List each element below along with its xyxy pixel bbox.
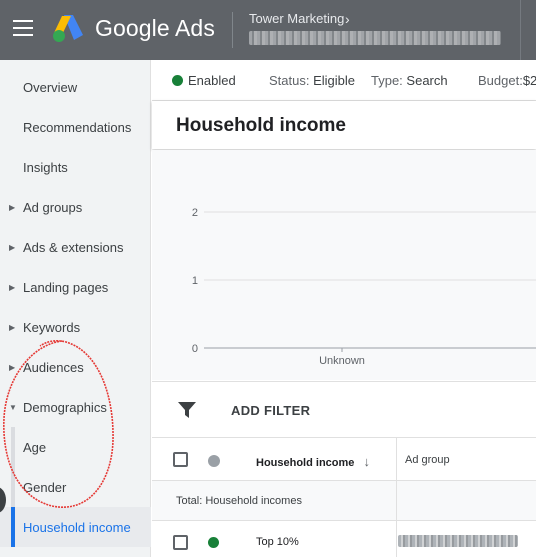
sidebar-item-ad-groups[interactable]: ▶ Ad groups	[0, 187, 151, 227]
column-divider	[396, 438, 397, 482]
sidebar-item-landing-pages[interactable]: ▶ Landing pages	[0, 267, 151, 307]
y-tick-label: 1	[192, 275, 198, 287]
type-label: Type:	[371, 73, 403, 88]
sidebar-item-age[interactable]: Age	[0, 427, 151, 467]
status-value: Eligible	[313, 73, 356, 88]
caret-down-icon: ▼	[9, 402, 17, 412]
total-row: Total: Household incomes	[152, 481, 536, 521]
enabled-status[interactable]: Enabled	[172, 73, 236, 88]
sidebar-item-ads-extensions[interactable]: ▶ Ads & extensions	[0, 227, 151, 267]
caret-right-icon: ▶	[9, 242, 16, 252]
column-divider	[396, 481, 397, 521]
caret-right-icon: ▶	[9, 282, 16, 292]
budget-value: $2	[522, 73, 536, 88]
ad-group-redacted	[398, 535, 518, 547]
sidebar-item-demographics[interactable]: ▼ Demographics	[0, 387, 151, 427]
sidebar-item-household-income[interactable]: Household income	[0, 507, 151, 547]
type-field: Type: Search	[371, 73, 448, 88]
hamburger-menu-icon[interactable]	[13, 20, 33, 36]
budget-label: Budget:	[478, 73, 523, 88]
account-name-link[interactable]: Tower Marketing	[249, 11, 344, 26]
chevron-right-icon[interactable]: ›	[345, 11, 350, 27]
sidebar-item-label: Keywords	[23, 319, 81, 335]
enabled-label: Enabled	[188, 73, 236, 88]
column-header-household-income[interactable]: Household income ↓	[256, 454, 370, 469]
y-tick-label: 2	[192, 207, 198, 219]
caret-right-icon: ▶	[9, 202, 16, 212]
sidebar-item-label: Age	[23, 439, 47, 455]
sidebar-item-audiences[interactable]: ▶ Audiences	[0, 347, 151, 387]
top-bar: Google Ads Tower Marketing ›	[0, 0, 536, 60]
table-row[interactable]: Top 10%	[152, 521, 536, 557]
column-divider	[396, 521, 397, 557]
sidebar-item-label: Audiences	[23, 359, 84, 375]
sort-arrow-icon[interactable]: ↓	[363, 454, 370, 469]
column-header-ad-group[interactable]: Ad group	[405, 454, 450, 466]
sidebar-item-overview[interactable]: Overview	[0, 67, 151, 107]
caret-right-icon: ▶	[9, 322, 16, 332]
google-ads-logo-icon[interactable]	[52, 13, 84, 43]
status-column-icon[interactable]	[208, 455, 220, 467]
chart-area: 0 1 2 Unknown	[152, 150, 536, 380]
sidebar-item-insights[interactable]: Insights	[0, 147, 151, 187]
sidebar-item-label: Overview	[23, 79, 78, 95]
topbar-divider-right	[520, 0, 521, 60]
account-id-redacted	[249, 31, 501, 45]
filter-bar: ADD FILTER	[152, 381, 536, 437]
sidebar-item-label: Demographics	[23, 399, 107, 415]
sidebar-item-label: Household income	[23, 519, 131, 535]
sidebar-nav: Overview Recommendations Insights ▶ Ad g…	[0, 60, 151, 557]
sidebar-item-label: Ad groups	[23, 199, 83, 215]
page-title: Household income	[176, 115, 346, 136]
table-header-row: Household income ↓ Ad group	[152, 437, 536, 482]
active-indicator	[11, 507, 15, 547]
enabled-dot-icon	[172, 75, 183, 86]
sidebar-item-label: Recommendations	[23, 119, 132, 135]
x-tick-label: Unknown	[319, 355, 365, 367]
sidebar-item-gender[interactable]: Gender	[0, 467, 151, 507]
sidebar-item-label: Landing pages	[23, 279, 109, 295]
select-all-checkbox[interactable]	[173, 452, 188, 467]
sidebar-item-keywords[interactable]: ▶ Keywords	[0, 307, 151, 347]
caret-right-icon: ▶	[9, 362, 16, 372]
column-header-label: Household income	[256, 457, 355, 469]
sidebar-item-recommendations[interactable]: Recommendations	[0, 107, 151, 147]
y-tick-label: 0	[192, 343, 198, 355]
row-checkbox[interactable]	[173, 535, 188, 550]
filter-icon[interactable]	[178, 402, 196, 418]
household-income-chart: 0 1 2 Unknown	[192, 207, 536, 367]
campaign-status-strip: Enabled Status: Eligible Type: Search Bu…	[152, 60, 536, 101]
topbar-divider	[232, 12, 233, 48]
budget-field[interactable]: Budget:$2	[478, 73, 536, 88]
add-filter-button[interactable]: ADD FILTER	[231, 403, 310, 418]
product-name: Google Ads	[95, 15, 215, 41]
type-value: Search	[406, 73, 448, 88]
enabled-status-icon[interactable]	[208, 537, 219, 548]
page-header: Household income	[152, 101, 536, 149]
sidebar-item-label: Insights	[23, 159, 68, 175]
status-label: Status:	[269, 73, 310, 88]
status-field: Status: Eligible	[269, 73, 355, 88]
income-cell: Top 10%	[256, 536, 299, 548]
sidebar-item-label: Gender	[23, 479, 67, 495]
sidebar-item-label: Ads & extensions	[23, 239, 124, 255]
total-label: Total: Household incomes	[176, 495, 302, 507]
